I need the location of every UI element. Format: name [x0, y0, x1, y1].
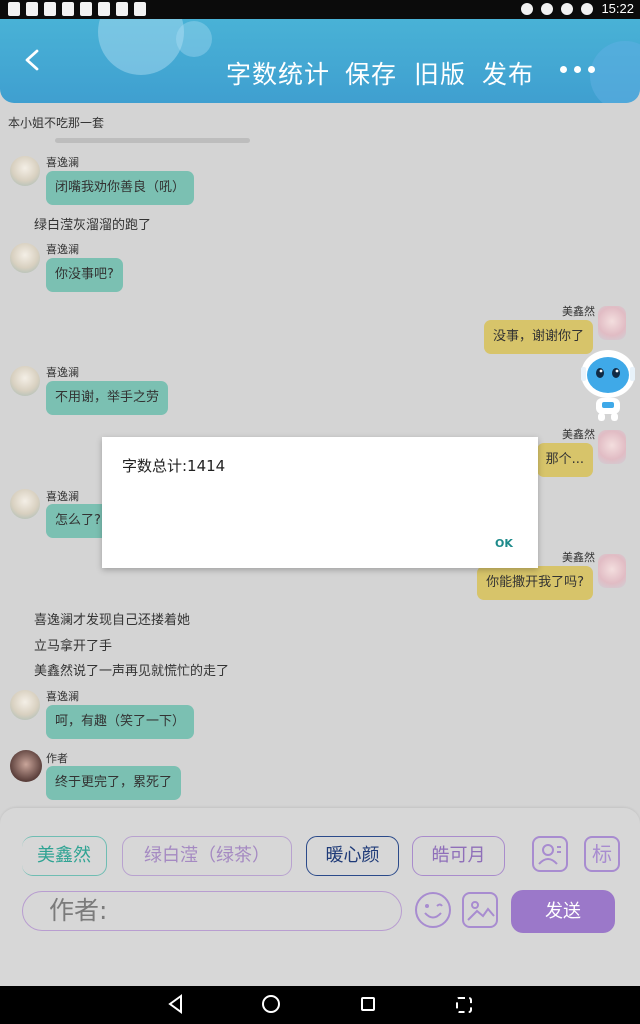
avatar[interactable]	[598, 554, 626, 588]
word-count-dialog: 字数总计:1414 OK	[102, 437, 538, 568]
more-dots-icon[interactable]	[560, 66, 595, 73]
avatar[interactable]	[10, 366, 40, 396]
robot-assistant-icon[interactable]	[579, 347, 637, 423]
role-chip[interactable]: 皓可月	[412, 836, 505, 876]
sender-name: 作者	[46, 752, 68, 765]
sender-name: 喜逸澜	[46, 490, 79, 503]
notification-icon	[116, 2, 128, 16]
role-chip[interactable]: 绿白滢（绿茶）	[122, 836, 292, 876]
sender-name: 美鑫然	[562, 428, 595, 441]
scroll-indicator	[55, 138, 250, 143]
chat-bubble[interactable]: 终于更完了，累死了	[46, 766, 182, 800]
sender-name: 喜逸澜	[46, 243, 79, 256]
publish-button[interactable]: 发布	[482, 55, 534, 91]
sync-icon	[521, 2, 534, 15]
avatar[interactable]	[598, 430, 626, 464]
notification-icon	[62, 2, 74, 16]
status-bar: 15:22	[0, 0, 640, 19]
chat-bubble[interactable]: 你没事吧?	[46, 258, 123, 292]
sender-name: 喜逸澜	[46, 690, 79, 703]
send-button[interactable]: 发送	[511, 890, 615, 933]
notification-icon	[98, 2, 110, 16]
chat-bubble[interactable]: 没事，谢谢你了	[483, 320, 593, 354]
ok-button[interactable]: OK	[495, 537, 513, 550]
role-chip-selected[interactable]: 暖心颜	[306, 836, 399, 876]
notification-icon	[8, 2, 20, 16]
battery-icon	[581, 2, 594, 15]
chat-bubble[interactable]: 你能撒开我了吗?	[477, 566, 593, 600]
chapter-title: 本小姐不吃那一套	[8, 116, 105, 130]
avatar[interactable]	[598, 306, 626, 340]
clock: 15:22	[601, 1, 634, 16]
dialog-message: 字数总计:1414	[122, 457, 226, 475]
chat-bubble[interactable]: 怎么了?	[46, 504, 110, 538]
image-icon[interactable]	[462, 892, 498, 928]
screenshot-icon[interactable]	[456, 997, 472, 1013]
message-input[interactable]: 作者:	[22, 891, 402, 931]
chat-bubble[interactable]: 呵，有趣（笑了一下）	[46, 705, 195, 739]
sender-name: 喜逸澜	[46, 366, 79, 379]
avatar[interactable]	[10, 156, 40, 186]
sender-name: 美鑫然	[562, 551, 595, 564]
top-app-bar: 字数统计 保存 旧版 发布	[0, 19, 640, 103]
chat-bubble[interactable]: 那个...	[536, 443, 593, 477]
narration-line[interactable]: 喜逸澜才发现自己还搂着她	[34, 609, 190, 628]
narration-line[interactable]: 美鑫然说了一声再见就慌忙的走了	[34, 660, 229, 679]
chat-bubble[interactable]: 闭嘴我劝你善良（吼）	[46, 171, 195, 205]
decor-bubble	[590, 41, 640, 103]
sender-name: 美鑫然	[562, 305, 595, 318]
sender-name: 喜逸澜	[46, 156, 79, 169]
role-chip[interactable]: 美鑫然	[22, 836, 107, 876]
narration-line[interactable]: 绿白滢灰溜溜的跑了	[34, 214, 151, 233]
avatar[interactable]	[10, 489, 40, 519]
save-button[interactable]: 保存	[345, 55, 397, 91]
word-count-button[interactable]: 字数统计	[226, 55, 330, 91]
system-nav-bar	[0, 986, 640, 1024]
chevron-left-icon[interactable]	[22, 49, 44, 71]
composer-panel: 美鑫然 绿白滢（绿茶） 暖心颜 皓可月 标 作者: 发送	[0, 808, 640, 986]
narration-line[interactable]: 立马拿开了手	[34, 635, 112, 654]
avatar[interactable]	[10, 690, 40, 720]
notification-icons	[8, 2, 146, 16]
author-avatar[interactable]	[10, 750, 42, 782]
nav-recents-icon[interactable]	[361, 997, 375, 1011]
chat-bubble[interactable]: 不用谢，举手之劳	[46, 381, 169, 415]
nav-back-icon[interactable]	[168, 994, 184, 1014]
emoji-icon[interactable]	[414, 891, 452, 929]
avatar[interactable]	[10, 243, 40, 273]
decor-bubble	[98, 19, 184, 75]
notification-icon	[44, 2, 56, 16]
nav-home-icon[interactable]	[262, 995, 280, 1013]
notification-icon	[80, 2, 92, 16]
decor-bubble	[176, 21, 212, 57]
old-version-button[interactable]: 旧版	[414, 55, 466, 91]
wifi-icon	[541, 2, 554, 15]
character-profile-icon[interactable]	[532, 836, 568, 872]
mark-button[interactable]: 标	[584, 836, 620, 872]
notification-icon	[134, 2, 146, 16]
notification-icon	[26, 2, 38, 16]
signal-icon	[561, 2, 574, 15]
